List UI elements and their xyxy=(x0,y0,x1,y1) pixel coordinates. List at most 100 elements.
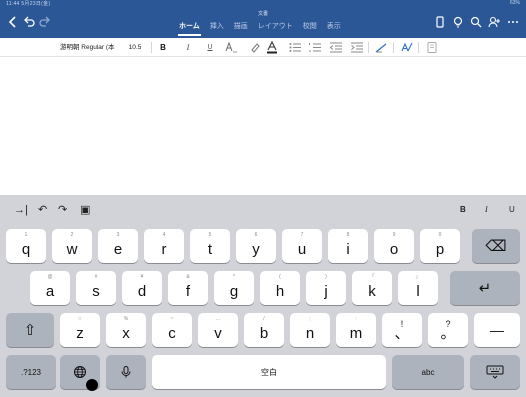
key-dash[interactable]: — xyxy=(474,313,520,347)
key-b[interactable]: / b xyxy=(244,313,284,347)
font-color-button[interactable] xyxy=(265,40,279,54)
key-hint: ~ xyxy=(170,316,174,322)
document-canvas[interactable] xyxy=(0,57,526,195)
font-name-dropdown[interactable]: 游明朝 Regular (本 xyxy=(60,41,120,54)
key-t[interactable]: 5t xyxy=(190,229,230,263)
redo-icon[interactable]: ↷ xyxy=(58,203,67,217)
key-label: q xyxy=(21,241,31,258)
key-label: v xyxy=(214,325,222,342)
text-effects-icon[interactable] xyxy=(224,41,238,54)
key-hint: / xyxy=(263,316,265,322)
italic-button[interactable]: I xyxy=(183,41,193,54)
tab-indent-icon[interactable]: →| xyxy=(14,203,28,217)
highlighter-icon[interactable] xyxy=(248,41,262,54)
underline-button[interactable]: U xyxy=(205,41,215,54)
undo-icon[interactable] xyxy=(22,15,36,29)
clipboard-icon[interactable]: ▣ xyxy=(80,203,90,217)
key-label: abc xyxy=(421,367,435,377)
lightbulb-icon[interactable] xyxy=(451,15,465,29)
kb-underline-button[interactable]: U xyxy=(509,203,515,217)
key-hint: 2 xyxy=(70,232,74,238)
key-m[interactable]: :m xyxy=(336,313,376,347)
key-label: f xyxy=(185,283,191,300)
key-n[interactable]: ; n xyxy=(290,313,330,347)
key-period[interactable]: ?。 xyxy=(428,313,468,347)
formatting-ribbon: 游明朝 Regular (本 10.5 B I U xyxy=(0,38,526,57)
key-w[interactable]: 2w xyxy=(52,229,92,263)
bold-button[interactable]: B xyxy=(158,41,168,54)
tab-draw[interactable]: 描画 xyxy=(233,22,249,36)
key-u[interactable]: 7u xyxy=(282,229,322,263)
redo-icon[interactable] xyxy=(38,15,52,29)
microphone-button[interactable] xyxy=(106,355,146,389)
status-battery: 63% xyxy=(509,0,520,6)
numbers-button[interactable]: .?123 xyxy=(6,355,56,389)
increase-indent-icon[interactable] xyxy=(350,41,364,54)
key-y[interactable]: 6y xyxy=(236,229,276,263)
key-s[interactable]: # s xyxy=(76,271,116,305)
undo-icon[interactable]: ↶ xyxy=(38,203,47,217)
key-e[interactable]: 3e xyxy=(98,229,138,263)
paragraph-style-icon[interactable] xyxy=(375,41,389,54)
share-icon[interactable] xyxy=(487,15,501,29)
key-z[interactable]: ☆ z xyxy=(60,313,100,347)
format-painter-icon[interactable] xyxy=(425,41,439,54)
key-q[interactable]: 1q xyxy=(6,229,46,263)
key-hint: 9 xyxy=(392,232,396,238)
key-r[interactable]: 4r xyxy=(144,229,184,263)
key-c[interactable]: ~ c xyxy=(152,313,192,347)
font-size-dropdown[interactable]: 10.5 xyxy=(124,41,146,54)
key-o[interactable]: 9o xyxy=(374,229,414,263)
key-a[interactable]: @ a xyxy=(30,271,70,305)
key-k[interactable]: 「k xyxy=(352,271,392,305)
return-button[interactable]: ↵ xyxy=(450,271,520,305)
kb-italic-button[interactable]: I xyxy=(485,203,488,217)
key-hint: @ xyxy=(47,274,53,280)
tab-home[interactable]: ホーム xyxy=(178,22,201,36)
shift-icon: ⇧ xyxy=(23,322,37,339)
numbered-list-icon[interactable] xyxy=(308,41,322,54)
kb-bold-button[interactable]: B xyxy=(460,203,466,217)
key-label: l xyxy=(416,283,420,300)
ribbon-divider xyxy=(151,42,152,53)
key-h[interactable]: (h xyxy=(260,271,300,305)
key-d[interactable]: ¥ d xyxy=(122,271,162,305)
key-hint: 3 xyxy=(116,232,120,238)
styles-icon[interactable] xyxy=(400,41,414,54)
bullet-list-icon[interactable] xyxy=(288,41,302,54)
abc-button[interactable]: abc xyxy=(392,355,464,389)
key-g[interactable]: * g xyxy=(214,271,254,305)
delete-button[interactable]: ⌫ xyxy=(472,229,520,263)
key-i[interactable]: 8i xyxy=(328,229,368,263)
key-hint: 4 xyxy=(162,232,166,238)
key-hint: 」 xyxy=(415,274,421,280)
key-p[interactable]: 0p xyxy=(420,229,460,263)
search-icon[interactable] xyxy=(469,15,483,29)
key-hint: 「 xyxy=(369,274,375,280)
key-v[interactable]: … v xyxy=(198,313,238,347)
mic-icon xyxy=(106,355,146,389)
shift-button[interactable]: ⇧ xyxy=(6,313,54,347)
more-icon[interactable] xyxy=(506,15,520,29)
delete-icon: ⌫ xyxy=(485,238,507,255)
chevron-left-icon[interactable] xyxy=(6,15,20,29)
tab-insert[interactable]: 挿入 xyxy=(209,22,225,36)
decrease-indent-icon[interactable] xyxy=(329,41,343,54)
hide-keyboard-button[interactable] xyxy=(470,355,520,389)
space-bar[interactable]: 空白 xyxy=(152,355,386,389)
key-hint: 5 xyxy=(208,232,212,238)
key-hint: ☆ xyxy=(77,316,83,322)
key-l[interactable]: 」 l xyxy=(398,271,438,305)
key-label: y xyxy=(252,241,260,258)
key-label: t xyxy=(207,241,213,258)
keyboard-shortcut-bar: →| ↶ ↷ ▣ B I U xyxy=(0,195,526,225)
phone-icon[interactable] xyxy=(433,15,447,29)
key-f[interactable]: & f xyxy=(168,271,208,305)
key-j[interactable]: ) j xyxy=(306,271,346,305)
tab-layout[interactable]: レイアウト xyxy=(257,22,294,36)
key-comma[interactable]: !、 xyxy=(382,313,422,347)
key-x[interactable]: % x xyxy=(106,313,146,347)
tab-view[interactable]: 表示 xyxy=(326,22,342,36)
key-label: p xyxy=(435,241,445,258)
tab-review[interactable]: 校閲 xyxy=(302,22,318,36)
